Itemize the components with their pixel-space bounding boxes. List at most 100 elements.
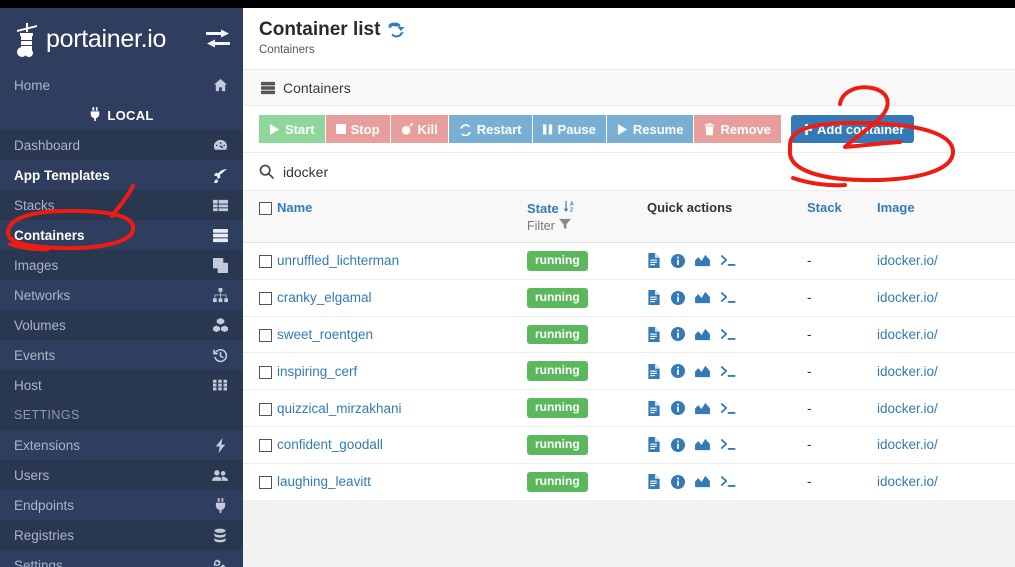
table-row[interactable]: laughing_leavitt running - idocker.io/: [243, 463, 1015, 501]
inspect-info-icon[interactable]: [671, 401, 685, 416]
container-name-link[interactable]: inspiring_cerf: [277, 364, 357, 379]
stats-chart-icon[interactable]: [695, 254, 710, 267]
sidebar-item-stacks[interactable]: Stacks: [0, 190, 243, 220]
table-row[interactable]: sweet_roentgen running - idocker.io/: [243, 316, 1015, 354]
logs-document-icon[interactable]: [647, 326, 661, 342]
column-header-image[interactable]: Image: [877, 191, 1015, 243]
breadcrumb[interactable]: Containers: [259, 44, 1015, 56]
image-link[interactable]: idocker.io/: [877, 327, 938, 342]
sidebar-item-host[interactable]: Host: [0, 370, 243, 400]
sidebar-item-users[interactable]: Users: [0, 460, 243, 490]
state-filter[interactable]: Filter: [527, 218, 647, 233]
image-link[interactable]: idocker.io/: [877, 364, 938, 379]
table-row[interactable]: unruffled_lichterman running - idocker.io/: [243, 242, 1015, 280]
console-terminal-icon[interactable]: [720, 254, 736, 267]
sidebar-item-events[interactable]: Events: [0, 340, 243, 370]
image-link[interactable]: idocker.io/: [877, 253, 938, 268]
add-container-button[interactable]: Add container: [791, 115, 915, 143]
search-input[interactable]: idocker: [283, 164, 328, 180]
container-name-link[interactable]: laughing_leavitt: [277, 474, 371, 489]
inspect-info-icon[interactable]: [671, 253, 685, 268]
quick-actions-group: [647, 363, 807, 379]
logs-document-icon[interactable]: [647, 437, 661, 453]
table-row[interactable]: inspiring_cerf running - idocker.io/: [243, 352, 1015, 391]
container-name-link[interactable]: unruffled_lichterman: [277, 253, 399, 268]
sidebar-item-containers[interactable]: Containers: [0, 220, 243, 250]
pause-button[interactable]: Pause: [532, 115, 606, 143]
sidebar-endpoint-local[interactable]: LOCAL: [0, 100, 243, 130]
remove-button[interactable]: Remove: [694, 115, 782, 143]
table-row[interactable]: quizzical_mirzakhani running - idocker.io/: [243, 389, 1015, 427]
stats-chart-icon[interactable]: [695, 402, 710, 415]
logs-document-icon[interactable]: [647, 474, 661, 490]
image-link[interactable]: idocker.io/: [877, 474, 938, 489]
logs-document-icon[interactable]: [647, 253, 661, 269]
toggle-sidebar-arrows-icon[interactable]: [205, 29, 231, 49]
logs-document-icon[interactable]: [647, 400, 661, 416]
container-name-link[interactable]: confident_goodall: [277, 437, 383, 452]
stats-chart-icon[interactable]: [695, 438, 710, 451]
select-all-checkbox[interactable]: [259, 202, 272, 216]
sidebar-item-extensions[interactable]: Extensions: [0, 430, 243, 460]
start-button[interactable]: Start: [259, 115, 325, 143]
column-header-stack[interactable]: Stack: [807, 191, 877, 243]
row-checkbox[interactable]: [259, 328, 272, 342]
sidebar-item-registries[interactable]: Registries: [0, 520, 243, 550]
sidebar-item-home[interactable]: Home: [0, 70, 243, 100]
stats-chart-icon[interactable]: [695, 291, 710, 304]
sidebar-item-networks[interactable]: Networks: [0, 280, 243, 310]
containers-table: Name State AZ Filter Quick actions Stack…: [243, 191, 1015, 501]
sidebar-item-dashboard[interactable]: Dashboard: [0, 130, 243, 160]
logs-document-icon[interactable]: [647, 363, 661, 379]
stats-chart-icon[interactable]: [695, 365, 710, 378]
inspect-info-icon[interactable]: [671, 327, 685, 342]
console-terminal-icon[interactable]: [720, 438, 736, 451]
console-terminal-icon[interactable]: [720, 402, 736, 415]
sort-alpha-down-icon[interactable]: AZ: [563, 200, 576, 216]
row-checkbox[interactable]: [259, 402, 272, 416]
funnel-icon[interactable]: [558, 218, 571, 233]
stats-chart-icon[interactable]: [695, 328, 710, 341]
table-row[interactable]: cranky_elgamal running - idocker.io/: [243, 279, 1015, 317]
table-row[interactable]: confident_goodall running - idocker.io/: [243, 426, 1015, 464]
state-sort-header[interactable]: State AZ: [527, 200, 647, 216]
inspect-info-icon[interactable]: [671, 364, 685, 379]
inspect-info-icon[interactable]: [671, 437, 685, 452]
inspect-info-icon[interactable]: [671, 290, 685, 305]
resume-button[interactable]: Resume: [606, 115, 694, 143]
sidebar-item-app-templates[interactable]: App Templates: [0, 160, 243, 190]
console-terminal-icon[interactable]: [720, 328, 736, 341]
column-header-state[interactable]: State AZ Filter: [527, 191, 647, 243]
console-terminal-icon[interactable]: [720, 291, 736, 304]
quick-actions-cell: [647, 389, 807, 427]
logs-document-icon[interactable]: [647, 290, 661, 306]
column-header-name[interactable]: Name: [277, 191, 527, 243]
sidebar-item-images[interactable]: Images: [0, 250, 243, 280]
sidebar-item-volumes[interactable]: Volumes: [0, 310, 243, 340]
image-link[interactable]: idocker.io/: [877, 437, 938, 452]
image-link[interactable]: idocker.io/: [877, 290, 938, 305]
console-terminal-icon[interactable]: [720, 475, 736, 488]
container-name-link[interactable]: sweet_roentgen: [277, 327, 373, 342]
image-link[interactable]: idocker.io/: [877, 401, 938, 416]
stop-button[interactable]: Stop: [325, 115, 390, 143]
table-body: unruffled_lichterman running - idocker.io/c…: [243, 242, 1015, 501]
sidebar-item-endpoints[interactable]: Endpoints: [0, 490, 243, 520]
search-bar[interactable]: idocker: [243, 153, 1015, 191]
console-terminal-icon[interactable]: [720, 365, 736, 378]
row-checkbox[interactable]: [259, 439, 272, 453]
sidebar-item-settings[interactable]: Settings: [0, 550, 243, 567]
stats-chart-icon[interactable]: [695, 475, 710, 488]
container-name-link[interactable]: quizzical_mirzakhani: [277, 401, 402, 416]
container-name-link[interactable]: cranky_elgamal: [277, 290, 372, 305]
inspect-info-icon[interactable]: [671, 474, 685, 489]
sidebar: portainer.io Home LOCAL Dashboard App Te…: [0, 8, 243, 567]
row-checkbox[interactable]: [259, 292, 272, 306]
row-checkbox[interactable]: [259, 255, 272, 269]
kill-button[interactable]: Kill: [390, 115, 448, 143]
refresh-sync-icon[interactable]: [387, 21, 405, 39]
sidebar-logo-row[interactable]: portainer.io: [0, 8, 243, 70]
restart-button[interactable]: Restart: [448, 115, 532, 143]
row-checkbox[interactable]: [259, 365, 272, 379]
row-checkbox[interactable]: [259, 476, 272, 490]
